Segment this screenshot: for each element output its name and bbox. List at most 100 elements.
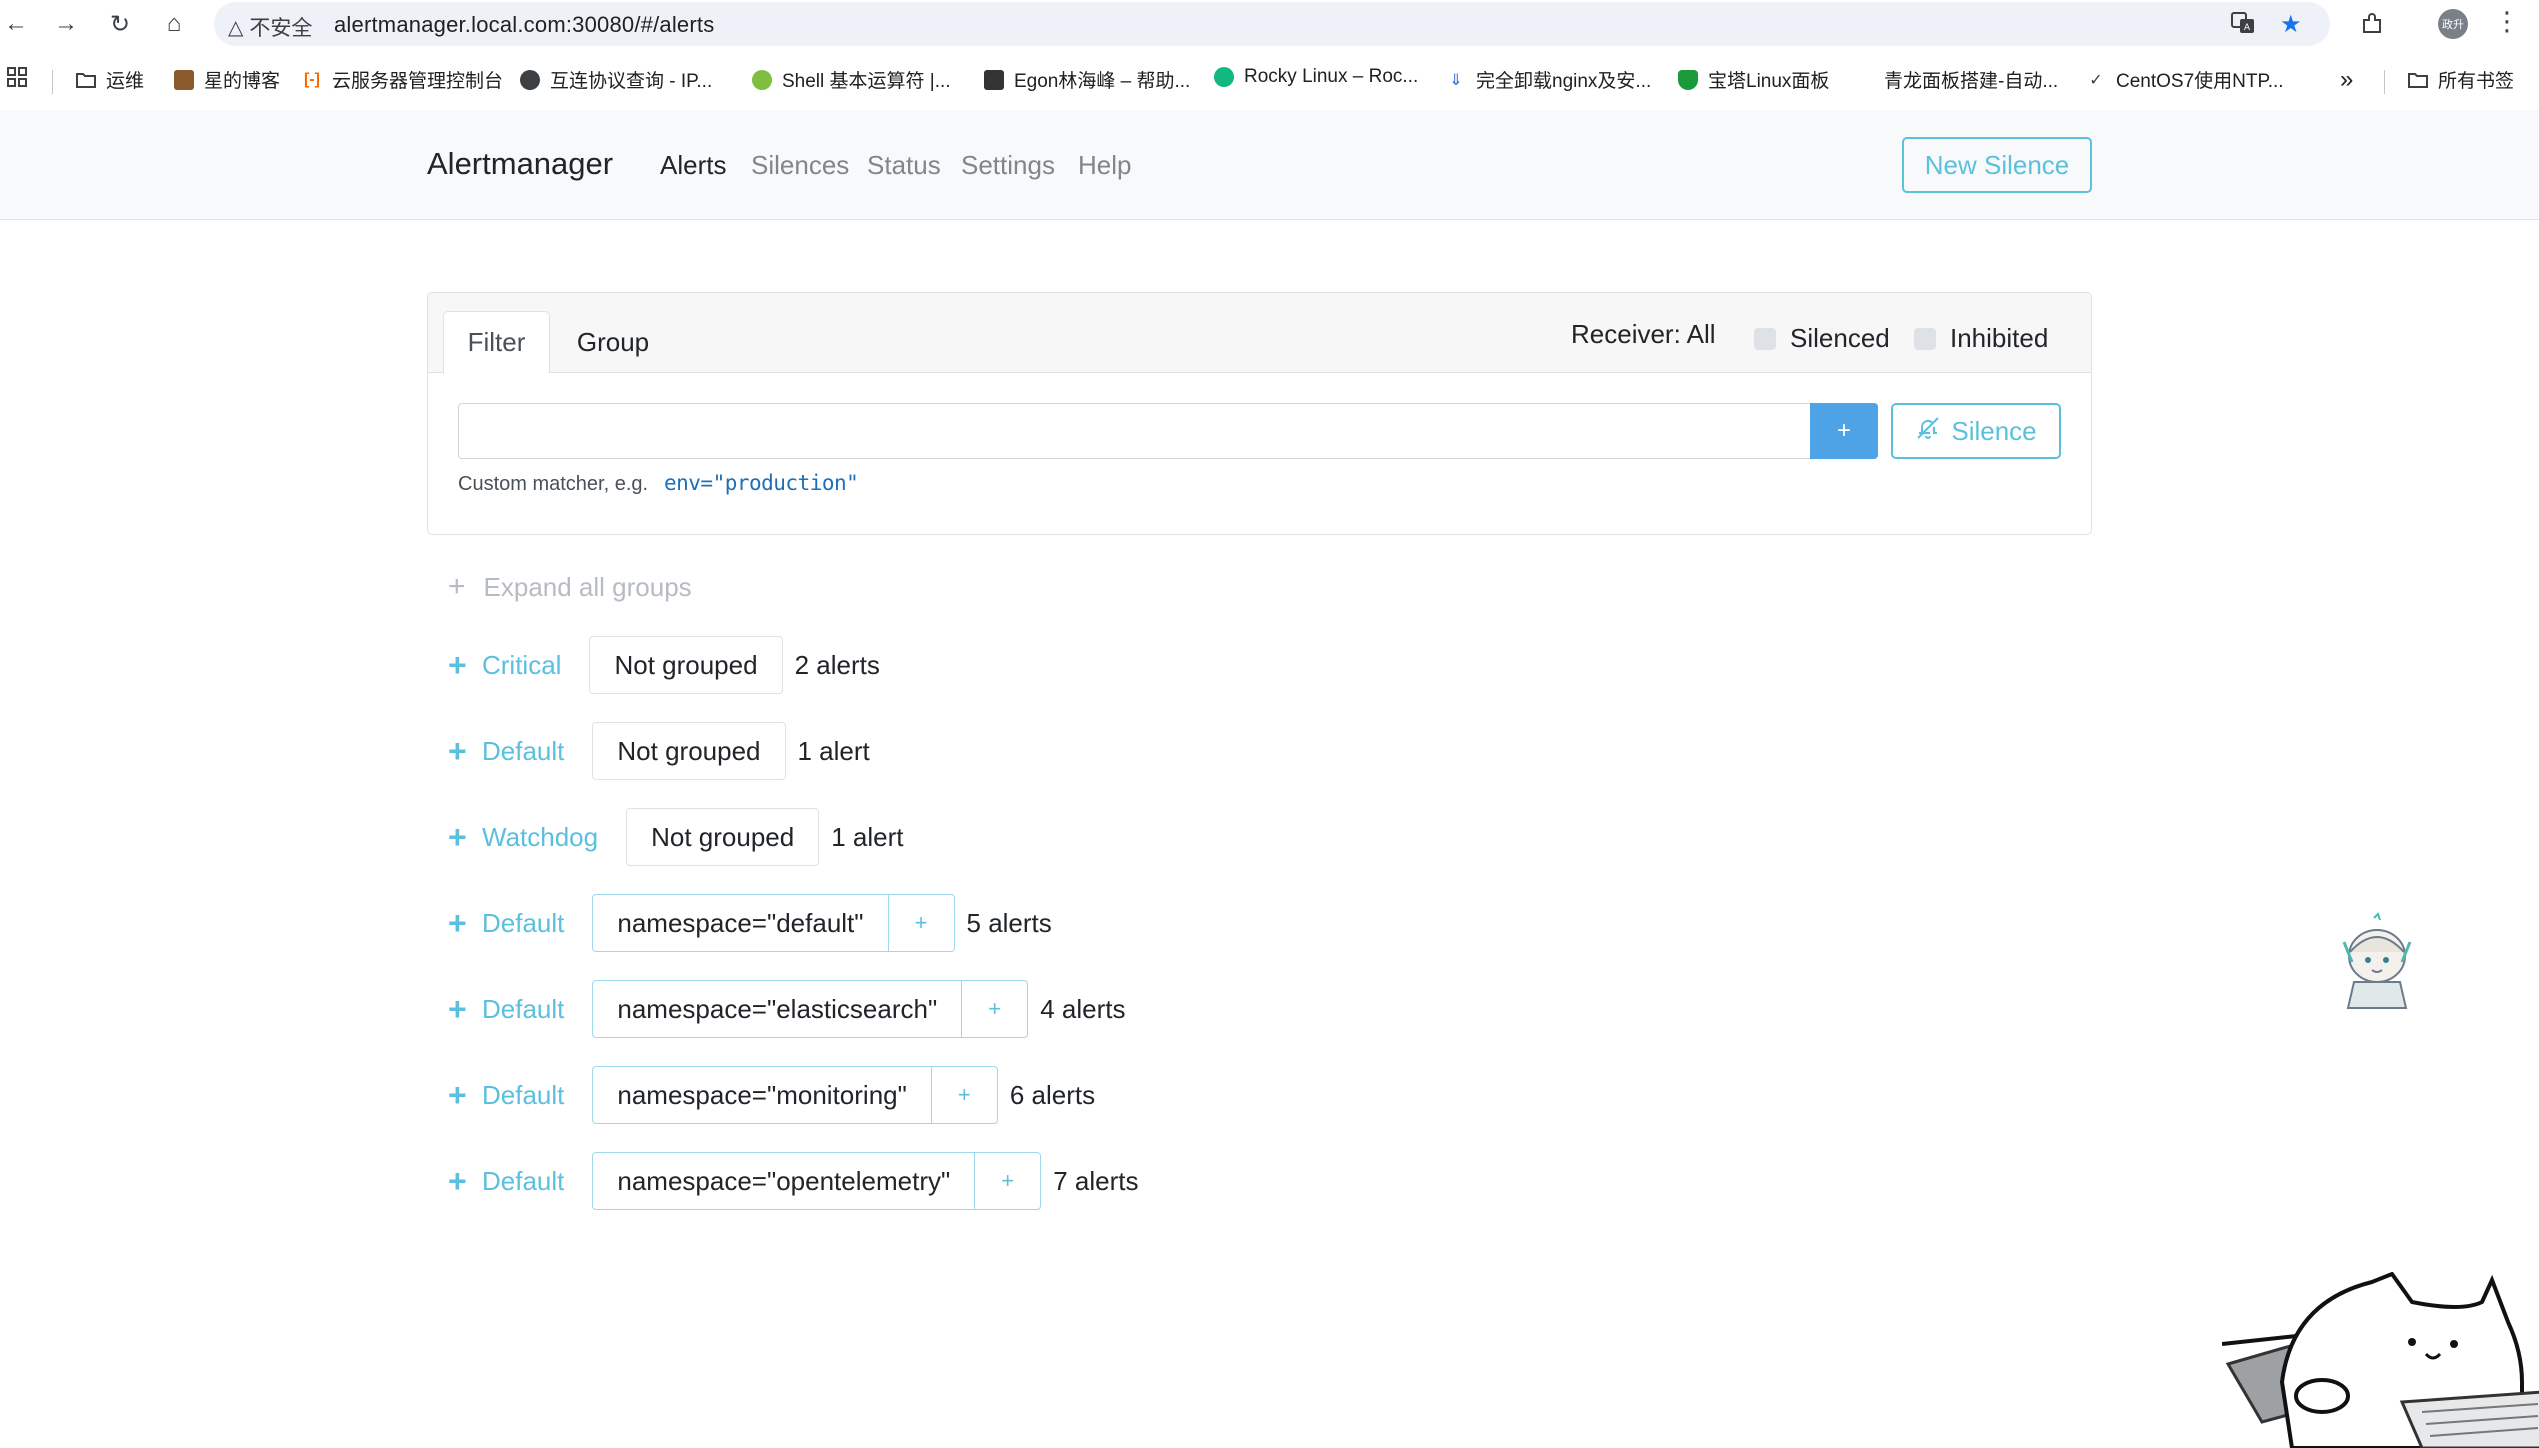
ntp-favicon-icon: ✓ bbox=[2089, 71, 2103, 89]
bookmark-item[interactable]: 星的博客 bbox=[174, 66, 280, 93]
nav-help[interactable]: Help bbox=[1078, 150, 1131, 181]
bookmark-item[interactable]: Rocky Linux – Roc... bbox=[1214, 66, 1418, 88]
add-filter-button[interactable]: + bbox=[974, 1153, 1040, 1209]
bookmark-item[interactable]: 运维 bbox=[76, 66, 144, 93]
group-alert-count: 7 alerts bbox=[1053, 1165, 1139, 1196]
group-label-chip: Not grouped bbox=[626, 808, 820, 866]
nav-silences[interactable]: Silences bbox=[751, 150, 849, 181]
back-icon[interactable]: ← bbox=[0, 8, 32, 40]
rocky-favicon-icon bbox=[1214, 67, 1234, 87]
group-receiver-link[interactable]: Default bbox=[482, 908, 564, 939]
expand-all-label: Expand all groups bbox=[483, 571, 692, 602]
nav-status[interactable]: Status bbox=[867, 150, 941, 181]
silenced-checkbox-box[interactable] bbox=[1754, 327, 1776, 350]
bookmark-label: CentOS7使用NTP... bbox=[2116, 71, 2284, 92]
bookmark-item[interactable]: Shell 基本运算符 |... bbox=[752, 66, 951, 93]
expand-group-icon[interactable]: + bbox=[448, 905, 482, 942]
add-filter-button[interactable]: + bbox=[961, 981, 1027, 1037]
group-receiver-link[interactable]: Default bbox=[482, 1080, 564, 1111]
browser-toolbar: ← → ↻ ⌂ △ 不安全 alertmanager.local.com:300… bbox=[0, 0, 2539, 48]
group-receiver-link[interactable]: Default bbox=[482, 736, 564, 767]
expand-group-icon[interactable]: + bbox=[448, 647, 482, 684]
bookmark-item[interactable]: 青龙面板搭建-自动... bbox=[1884, 66, 2058, 93]
bookmark-label: 青龙面板搭建-自动... bbox=[1884, 71, 2059, 92]
group-label: Not grouped bbox=[617, 735, 761, 766]
group-receiver-link[interactable]: Critical bbox=[482, 650, 561, 681]
tab-filter[interactable]: Filter bbox=[443, 311, 550, 374]
filter-card-header: Filter Group Receiver: All Silenced Inhi… bbox=[428, 293, 2091, 374]
bookmark-star-icon[interactable]: ★ bbox=[2280, 10, 2302, 39]
group-label-chip: namespace="elasticsearch" + bbox=[592, 980, 1029, 1038]
address-bar[interactable]: △ 不安全 alertmanager.local.com:30080/#/ale… bbox=[214, 2, 2330, 46]
apps-icon[interactable] bbox=[6, 66, 28, 88]
group-alert-count: 1 alert bbox=[831, 821, 904, 852]
bookmark-item[interactable]: [-] 云服务器管理控制台 bbox=[302, 66, 503, 93]
anime-mascot-icon[interactable] bbox=[2336, 912, 2418, 1014]
group-label: namespace="opentelemetry" bbox=[617, 1165, 951, 1196]
group-receiver-link[interactable]: Watchdog bbox=[482, 822, 598, 853]
expand-all-groups[interactable]: + Expand all groups bbox=[448, 570, 692, 604]
all-bookmarks-label: 所有书签 bbox=[2438, 71, 2515, 92]
matcher-input[interactable] bbox=[458, 403, 1810, 459]
expand-group-icon[interactable]: + bbox=[448, 991, 482, 1028]
silenced-checkbox[interactable]: Silenced bbox=[1754, 323, 1890, 354]
all-bookmarks-button[interactable]: 所有书签 bbox=[2408, 66, 2514, 93]
bookmark-label: Shell 基本运算符 |... bbox=[782, 71, 951, 92]
home-icon[interactable]: ⌂ bbox=[158, 8, 190, 40]
reload-icon[interactable]: ↻ bbox=[104, 8, 136, 40]
bookmarks-bar: 运维 星的博客 [-] 云服务器管理控制台 互连协议查询 - IP... She… bbox=[0, 56, 2539, 102]
inhibited-checkbox[interactable]: Inhibited bbox=[1914, 323, 2048, 354]
expand-group-icon[interactable]: + bbox=[448, 733, 482, 770]
group-alert-count: 1 alert bbox=[797, 735, 870, 766]
bookmark-item[interactable]: ✓ CentOS7使用NTP... bbox=[2086, 66, 2284, 93]
alert-group: + Default namespace="opentelemetry" + 7 … bbox=[448, 1152, 1138, 1210]
browser-menu-icon[interactable]: ⋮ bbox=[2494, 6, 2520, 37]
group-receiver-link[interactable]: Default bbox=[482, 1166, 564, 1197]
folder-icon bbox=[76, 70, 96, 90]
silence-label: Silence bbox=[1951, 415, 2037, 446]
nav-alerts[interactable]: Alerts bbox=[660, 150, 726, 181]
matcher-hint: Custom matcher, e.g. bbox=[458, 473, 649, 495]
expand-group-icon[interactable]: + bbox=[448, 819, 482, 856]
inhibited-checkbox-box[interactable] bbox=[1914, 327, 1936, 350]
matcher-example-link[interactable]: env="production" bbox=[664, 471, 859, 495]
security-label: 不安全 bbox=[249, 17, 313, 40]
folder-icon bbox=[2408, 70, 2428, 90]
new-silence-button[interactable]: New Silence bbox=[1902, 137, 2092, 193]
bookmark-item[interactable]: ⇓ 完全卸载nginx及安... bbox=[1446, 66, 1651, 93]
add-filter-button[interactable]: + bbox=[887, 895, 954, 951]
expand-group-icon[interactable]: + bbox=[448, 1163, 482, 1200]
bookmark-label: 宝塔Linux面板 bbox=[1708, 71, 1830, 92]
group-label: namespace="monitoring" bbox=[617, 1079, 907, 1110]
bookmark-label: 星的博客 bbox=[204, 71, 281, 92]
profile-avatar[interactable]: 政升 bbox=[2438, 9, 2468, 39]
bookmark-item[interactable]: Egon林海峰 – 帮助... bbox=[984, 66, 1190, 93]
security-indicator[interactable]: △ 不安全 bbox=[228, 12, 312, 42]
bookmarks-overflow-button[interactable]: » bbox=[2340, 66, 2353, 94]
group-alert-count: 4 alerts bbox=[1040, 993, 1126, 1024]
add-filter-button[interactable]: + bbox=[930, 1067, 997, 1123]
group-receiver-link[interactable]: Default bbox=[482, 994, 564, 1025]
app-navbar: Alertmanager Alerts Silences Status Sett… bbox=[0, 110, 2539, 220]
tab-group[interactable]: Group bbox=[550, 311, 676, 373]
group-label-chip: Not grouped bbox=[589, 636, 783, 694]
translate-icon[interactable]: A bbox=[2230, 10, 2256, 43]
bookmark-separator bbox=[52, 70, 53, 94]
bookmark-item[interactable]: 互连协议查询 - IP... bbox=[520, 66, 712, 93]
bookmark-label: 互连协议查询 - IP... bbox=[550, 71, 713, 92]
expand-group-icon[interactable]: + bbox=[448, 1077, 482, 1114]
bookmark-item[interactable]: 宝塔Linux面板 bbox=[1678, 66, 1829, 93]
bookmark-label: 运维 bbox=[106, 71, 145, 92]
url-text[interactable]: alertmanager.local.com:30080/#/alerts bbox=[334, 12, 714, 38]
receiver-dropdown[interactable]: Receiver: All bbox=[1571, 319, 1716, 350]
alert-group: + Default namespace="elasticsearch" + 4 … bbox=[448, 980, 1125, 1038]
silence-button[interactable]: Silence bbox=[1891, 403, 2061, 459]
brand-title[interactable]: Alertmanager bbox=[427, 146, 613, 182]
bookmark-label: 完全卸载nginx及安... bbox=[1476, 71, 1652, 92]
bookmark-label: Egon林海峰 – 帮助... bbox=[1014, 71, 1191, 92]
extensions-icon[interactable] bbox=[2356, 8, 2388, 40]
add-matcher-button[interactable]: + bbox=[1810, 403, 1878, 459]
forward-icon[interactable]: → bbox=[50, 8, 82, 40]
nav-settings[interactable]: Settings bbox=[961, 150, 1055, 181]
group-label: Not grouped bbox=[614, 649, 758, 680]
